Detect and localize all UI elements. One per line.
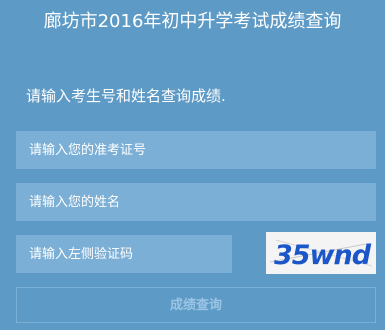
query-score-button[interactable]: 成绩查询 <box>16 287 376 323</box>
captcha-text: 35wnd <box>274 240 372 271</box>
instruction-text: 请输入考生号和姓名查询成绩. <box>26 87 226 105</box>
captcha-input[interactable] <box>16 235 232 273</box>
exam-number-input[interactable] <box>16 131 376 169</box>
captcha-image[interactable]: 35wnd <box>266 232 376 274</box>
name-input[interactable] <box>16 183 376 221</box>
page-title: 廊坊市2016年初中升学考试成绩查询 <box>43 11 342 32</box>
